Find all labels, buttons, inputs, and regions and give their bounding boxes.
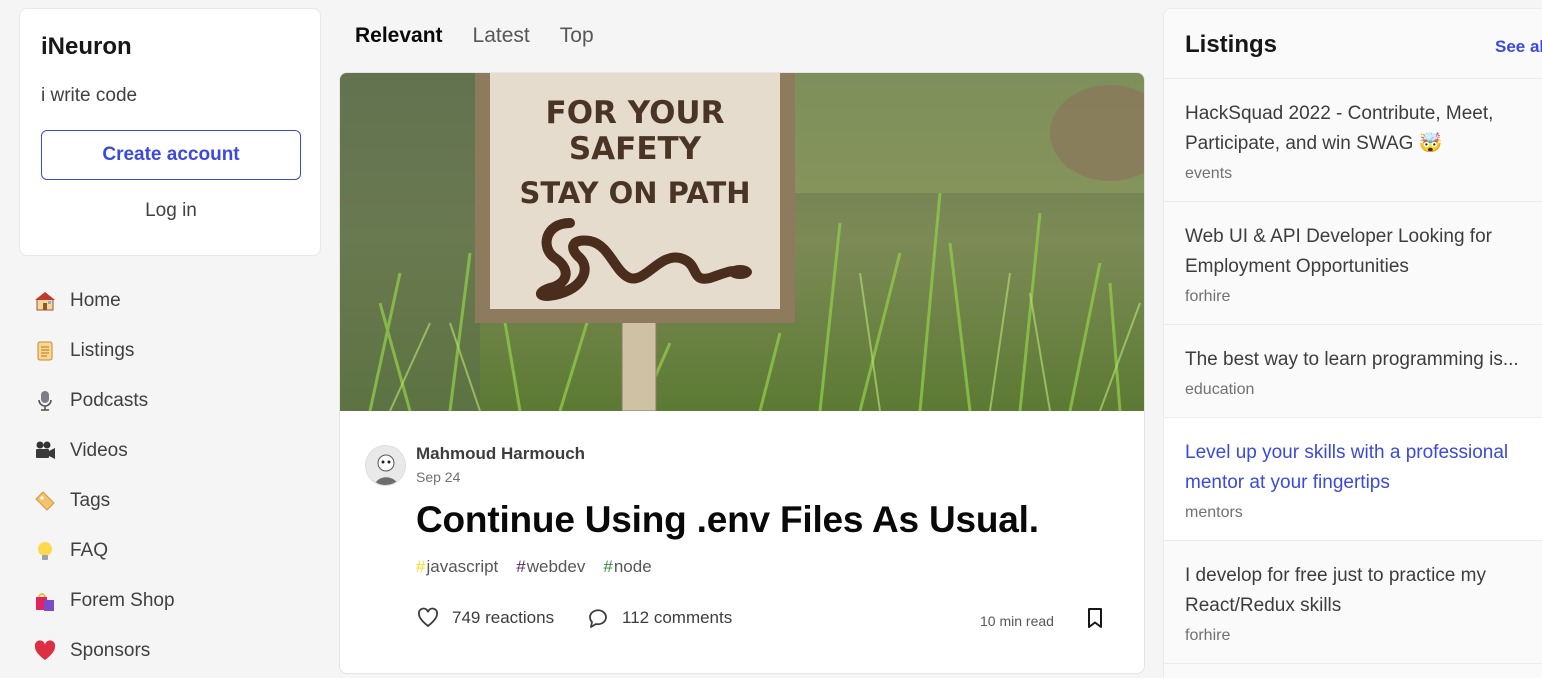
sidebar-item-label: Sponsors: [70, 640, 151, 661]
feed-tabs: Relevant Latest Top: [340, 18, 609, 54]
listing-category[interactable]: events: [1185, 165, 1541, 183]
shopping-bags-icon: [32, 588, 58, 614]
listing-title[interactable]: HackSquad 2022 - Contribute, Meet, Parti…: [1185, 99, 1541, 159]
microphone-icon: [32, 388, 58, 414]
reactions-button[interactable]: 749 reactions: [416, 606, 554, 630]
sidebar-item-label: Forem Shop: [70, 590, 175, 611]
article-cover-image[interactable]: FOR YOUR SAFETY STAY ON PATH: [340, 73, 1145, 411]
sidebar-item-videos[interactable]: Videos: [20, 426, 320, 476]
listings-widget: Listings See all HackSquad 2022 - Contri…: [1163, 8, 1542, 678]
read-time: 10 min read: [980, 613, 1054, 629]
tab-relevant[interactable]: Relevant: [340, 24, 458, 48]
listing-category[interactable]: education: [1185, 381, 1541, 399]
tag-label: javascript: [426, 557, 499, 576]
tab-top[interactable]: Top: [545, 24, 609, 48]
sidebar-item-label: Home: [70, 290, 121, 311]
sidebar-item-sponsors[interactable]: Sponsors: [20, 626, 320, 676]
comments-count: 112 comments: [622, 608, 733, 627]
listing-category[interactable]: forhire: [1185, 627, 1541, 645]
listing-title[interactable]: Web UI & API Developer Looking for Emplo…: [1185, 222, 1541, 282]
log-in-button[interactable]: Log in: [41, 191, 301, 231]
bookmark-button[interactable]: [1084, 606, 1106, 635]
sidebar-item-faq[interactable]: FAQ: [20, 526, 320, 576]
tag-hash: #: [416, 557, 426, 576]
listings-title: Listings: [1185, 31, 1278, 58]
sidebar-nav: Home Listings Podcasts Videos Tags FAQ F…: [20, 276, 320, 676]
article-title[interactable]: Continue Using .env Files As Usual.: [416, 499, 1039, 541]
article-card[interactable]: FOR YOUR SAFETY STAY ON PATH Mahmoud Har…: [339, 72, 1145, 674]
listings-header: Listings See all: [1164, 9, 1542, 79]
article-tags: #javascript #webdev #node: [416, 557, 652, 577]
listing-item[interactable]: The best way to learn programming is... …: [1164, 325, 1542, 418]
author-name[interactable]: Mahmoud Harmouch: [416, 444, 585, 464]
create-account-button[interactable]: Create account: [41, 130, 301, 180]
sidebar-item-listings[interactable]: Listings: [20, 326, 320, 376]
post-date[interactable]: Sep 24: [416, 469, 460, 485]
intro-card: iNeuron i write code Create account Log …: [19, 8, 321, 256]
listing-title[interactable]: I develop for free just to practice my R…: [1185, 561, 1541, 621]
cover-sign-line-1: FOR YOUR: [546, 95, 725, 131]
comments-button[interactable]: 112 comments: [586, 606, 732, 630]
listing-item[interactable]: Web UI & API Developer Looking for Emplo…: [1164, 202, 1542, 325]
author-avatar[interactable]: [365, 445, 406, 486]
see-all-link[interactable]: See all: [1495, 37, 1542, 57]
sidebar-item-label: FAQ: [70, 540, 109, 561]
community-tagline: i write code: [41, 85, 138, 106]
sidebar-item-label: Listings: [70, 340, 135, 361]
lightbulb-icon: [32, 538, 58, 564]
tag-label: webdev: [526, 557, 586, 576]
sidebar-item-label: Tags: [70, 490, 111, 511]
sidebar-item-forem-shop[interactable]: Forem Shop: [20, 576, 320, 626]
heart-outline-icon: [416, 606, 440, 630]
sidebar-item-label: Videos: [70, 440, 128, 461]
cover-sign-line-2: SAFETY: [569, 131, 702, 167]
listing-category[interactable]: mentors: [1185, 504, 1541, 522]
listing-title[interactable]: Level up your skills with a professional…: [1185, 438, 1541, 498]
tag-hash: #: [603, 557, 613, 576]
tag-javascript[interactable]: #javascript: [416, 557, 498, 577]
listing-item-promoted[interactable]: Level up your skills with a professional…: [1164, 418, 1542, 541]
bookmark-icon: [1084, 606, 1106, 635]
community-name: iNeuron: [41, 33, 132, 60]
comment-icon: [586, 606, 610, 630]
house-icon: [32, 288, 58, 314]
tag-hash: #: [516, 557, 526, 576]
sidebar-item-tags[interactable]: Tags: [20, 476, 320, 526]
reactions-count: 749 reactions: [452, 608, 555, 627]
tag-label: node: [613, 557, 652, 576]
listing-item[interactable]: I develop for free just to practice my R…: [1164, 541, 1542, 664]
tab-latest[interactable]: Latest: [458, 24, 545, 48]
listing-item[interactable]: HackSquad 2022 - Contribute, Meet, Parti…: [1164, 79, 1542, 202]
tag-webdev[interactable]: #webdev: [516, 557, 585, 577]
scroll-icon: [32, 338, 58, 364]
sidebar-item-podcasts[interactable]: Podcasts: [20, 376, 320, 426]
sidebar-item-home[interactable]: Home: [20, 276, 320, 326]
sidebar-item-label: Podcasts: [70, 390, 149, 411]
heart-icon: [32, 638, 58, 664]
cover-sign-line-3: STAY ON PATH: [519, 176, 750, 210]
listing-category[interactable]: forhire: [1185, 288, 1541, 306]
movie-camera-icon: [32, 438, 58, 464]
tag-node[interactable]: #node: [603, 557, 651, 577]
listing-title[interactable]: The best way to learn programming is...: [1185, 345, 1541, 375]
tag-icon: [32, 488, 58, 514]
